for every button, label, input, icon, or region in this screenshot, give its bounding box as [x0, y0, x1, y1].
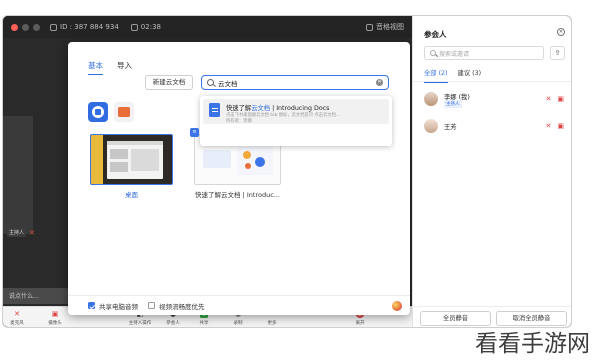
search-value: 云文档	[218, 79, 238, 88]
assistant-orb-icon[interactable]	[392, 301, 402, 311]
camera-off-icon[interactable]: ▣	[557, 122, 564, 130]
toolbar-camera[interactable]: ▣ 摄像头	[43, 307, 67, 328]
minimize-window-button[interactable]	[22, 23, 29, 31]
smooth-video-label: 视频流畅度优先	[159, 302, 205, 311]
smooth-video-checkbox[interactable]: 视频流畅度优先	[148, 301, 205, 311]
app-icons	[88, 102, 134, 122]
participant-row[interactable]: 李娜 (我) 主持人 ✕ ▣	[424, 90, 570, 110]
search-placeholder: 搜索或邀请	[439, 50, 470, 58]
participant-video	[3, 116, 33, 234]
participant-status-icons: ✕ ▣	[546, 122, 565, 130]
panel-close-icon[interactable]: ✕	[557, 28, 565, 36]
close-window-button[interactable]	[11, 23, 18, 31]
share-options: 共享电脑音频 视频流畅度优先	[68, 295, 410, 315]
meeting-timer: 02:38	[130, 23, 161, 31]
doc-badge-icon: ≡	[190, 128, 199, 137]
app-icon	[92, 106, 104, 118]
toolbar-label: 更多	[267, 320, 277, 326]
doc-search-input[interactable]: 云文档 ✕	[201, 75, 389, 90]
desktop-label: 桌面	[125, 191, 138, 199]
participant-name: 王芳	[444, 124, 457, 131]
chat-input[interactable]: 说点什么...	[3, 288, 73, 304]
toolbar-label: 共享	[199, 320, 209, 326]
toolbar-mic[interactable]: ✕ 麦克风	[3, 307, 31, 328]
site-watermark: 看看手游网	[475, 331, 590, 357]
invite-share-icon[interactable]: ⇪	[550, 46, 565, 60]
toolbar-label: 离开	[355, 320, 365, 326]
participants-panel: 参会人 ✕ 搜索或邀请 ⇪ 全部 (2) 建议 (3) 李娜 (我) 主持人 ✕…	[412, 16, 571, 327]
toolbar-label: 参会人	[166, 320, 180, 326]
meeting-window: ID : 387 884 934 02:38 音格视图 主持人 ✕ 说点什么..…	[2, 15, 572, 328]
participant-search-input[interactable]: 搜索或邀请	[424, 46, 544, 60]
share-window-app[interactable]	[114, 102, 134, 122]
tab-all[interactable]: 全部 (2)	[424, 68, 448, 83]
mic-off-icon: ✕	[29, 228, 35, 237]
meeting-id-text: ID : 387 884 934	[60, 23, 119, 31]
share-audio-checkbox[interactable]: 共享电脑音频	[88, 301, 138, 311]
toolbar-label: 摄像头	[48, 320, 62, 326]
layout-label: 音格视图	[376, 23, 404, 31]
signal-icon	[130, 23, 138, 31]
mic-off-icon[interactable]: ✕	[546, 122, 552, 130]
avatar	[424, 92, 438, 106]
share-dialog: 基本 导入 新建云文档 云文档 ✕ 桌面 快速了解云文档 | Introduc.…	[68, 42, 410, 315]
window-controls	[11, 23, 40, 31]
toolbar-label: 麦克风	[10, 320, 24, 326]
toolbar-label: 主持人操作	[128, 320, 152, 326]
host-tag: 主持人 ✕	[7, 228, 35, 237]
host-badge: 主持人	[7, 228, 27, 237]
camera-off-icon[interactable]: ▣	[557, 95, 564, 103]
host-badge: 主持人	[444, 100, 462, 108]
tab-basic[interactable]: 基本	[88, 60, 103, 75]
elapsed-time: 02:38	[140, 23, 161, 31]
search-result-item[interactable]: 快速了解云文档 | Introducing Docs 点击飞书桌面端云文档 ta…	[203, 99, 389, 124]
share-tabs: 基本 导入	[88, 60, 132, 75]
participant-tabs: 全部 (2) 建议 (3)	[413, 68, 571, 83]
result-title: 快速了解云文档 | Introducing Docs	[226, 105, 330, 112]
doc-illustration	[237, 145, 273, 175]
desktop-window-preview	[107, 141, 163, 179]
doc-label: 快速了解云文档 | Introduc...	[195, 191, 280, 199]
mic-off-icon: ✕	[14, 309, 20, 318]
doc-illustration	[203, 150, 231, 168]
tab-import[interactable]: 导入	[117, 60, 132, 75]
meeting-id[interactable]: ID : 387 884 934	[50, 23, 119, 31]
tab-suggested[interactable]: 建议 (3)	[458, 68, 482, 82]
share-audio-label: 共享电脑音频	[99, 302, 138, 311]
search-results-dropdown: 快速了解云文档 | Introducing Docs 点击飞书桌面端云文档 ta…	[200, 96, 392, 146]
grid-icon	[366, 23, 373, 31]
info-icon	[50, 23, 57, 31]
participant-status-icons: ✕ ▣	[546, 95, 565, 103]
layout-switch-button[interactable]: 音格视图	[366, 22, 404, 32]
camera-off-icon: ▣	[51, 309, 59, 318]
meeting-area: ID : 387 884 934 02:38 音格视图 主持人 ✕ 说点什么..…	[3, 16, 412, 328]
clear-icon[interactable]: ✕	[376, 79, 383, 86]
new-doc-button[interactable]: 新建云文档	[145, 75, 193, 90]
participant-row[interactable]: 王芳 ✕ ▣	[424, 117, 570, 137]
panel-title: 参会人	[424, 30, 447, 39]
avatar	[424, 119, 438, 133]
share-screen-app[interactable]	[88, 102, 108, 122]
desktop-thumbnail[interactable]	[90, 134, 173, 185]
toolbar-label: 录制	[233, 320, 243, 326]
doc-icon	[209, 103, 220, 117]
search-icon	[430, 50, 436, 56]
search-icon	[207, 79, 214, 86]
dock-strip	[91, 135, 103, 184]
checkbox-checked-icon	[88, 302, 95, 309]
window-icon	[118, 107, 130, 117]
mic-off-icon[interactable]: ✕	[546, 95, 552, 103]
checkbox-icon	[148, 302, 155, 309]
zoom-window-button[interactable]	[33, 23, 40, 31]
result-owner: 所有者：李娜	[226, 119, 252, 124]
title-bar: ID : 387 884 934 02:38 音格视图	[3, 16, 412, 38]
